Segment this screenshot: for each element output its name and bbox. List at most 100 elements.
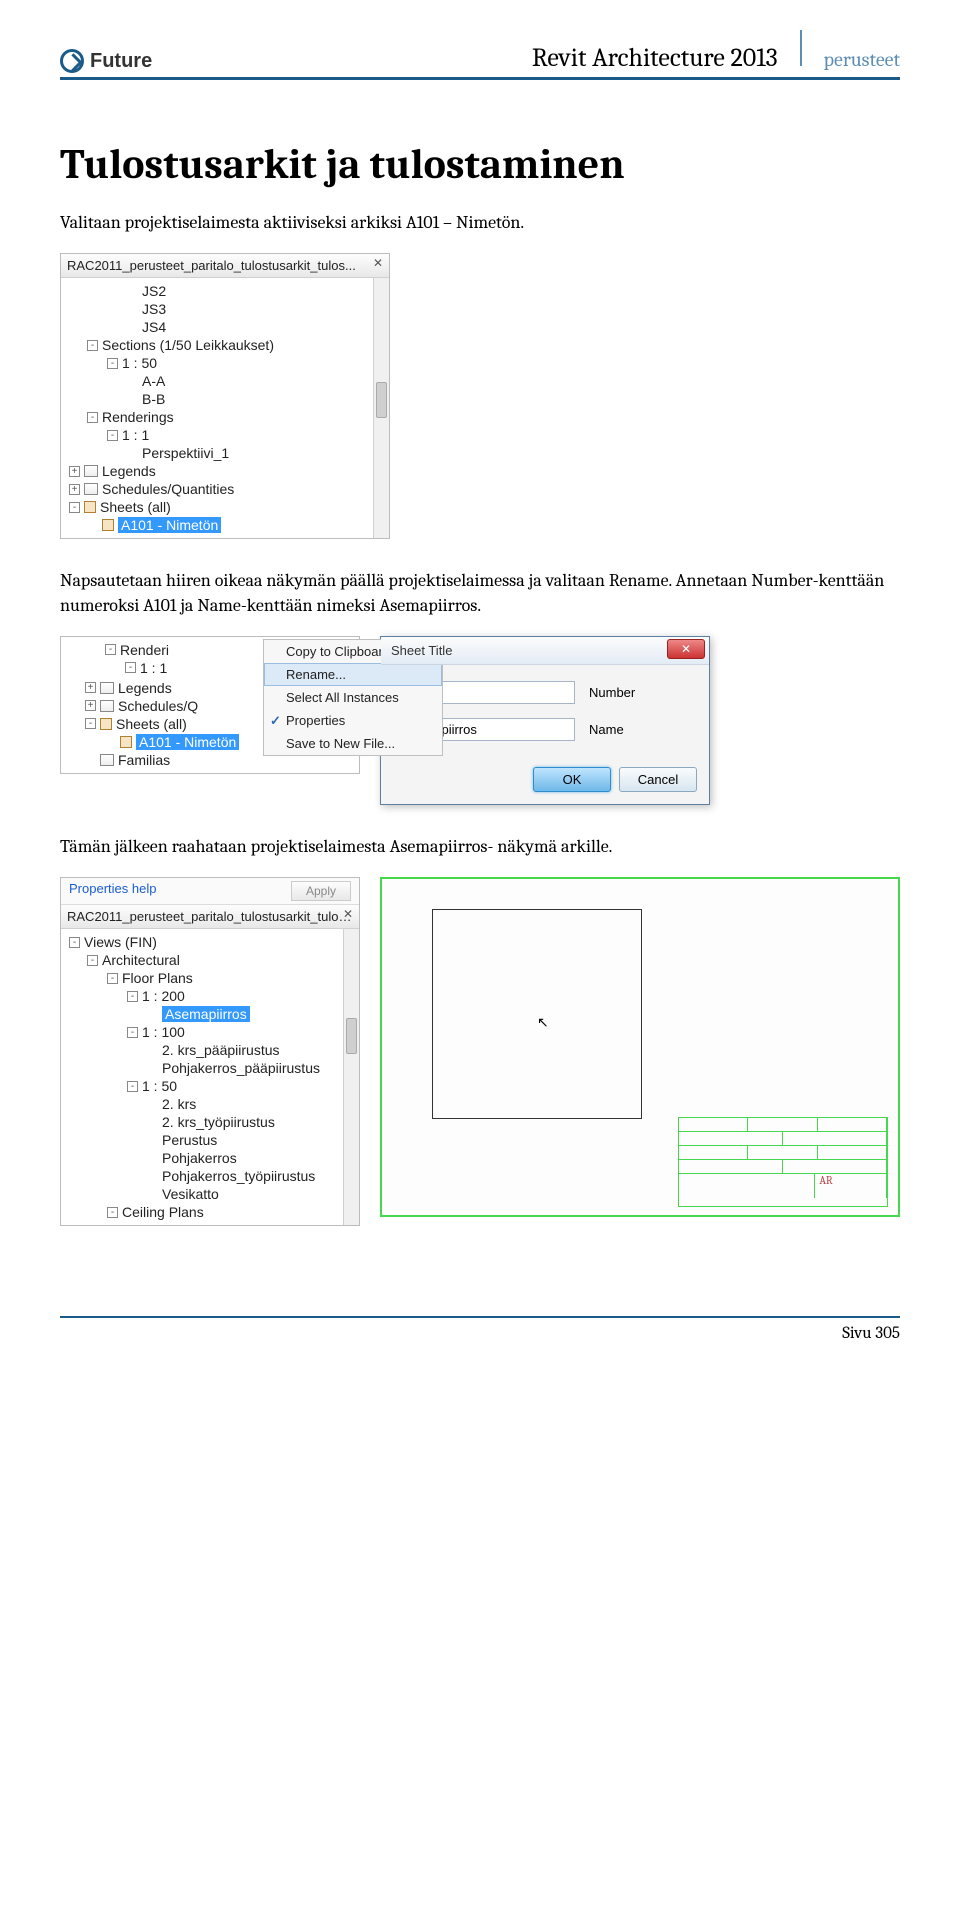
tree-row[interactable]: 2. krs — [63, 1095, 357, 1113]
tree-label: A101 - Nimetön — [136, 734, 239, 750]
tree-label: Sheets (all) — [116, 716, 187, 732]
tree-row[interactable]: + Schedules/Quantities — [63, 480, 387, 498]
tree-label: Asemapiirros — [162, 1006, 250, 1022]
tree-row[interactable]: Perustus — [63, 1131, 357, 1149]
tree-label: Pohjakerros — [162, 1150, 237, 1166]
expand-icon[interactable]: - — [125, 662, 136, 673]
tree-row[interactable]: B-B — [63, 390, 387, 408]
menu-item[interactable]: Properties — [264, 709, 442, 732]
tree-row[interactable]: JS2 — [63, 282, 387, 300]
sheet-icon — [84, 501, 96, 513]
expand-icon[interactable]: - — [107, 1207, 118, 1218]
browser-title-text-2: RAC2011_perusteet_paritalo_tulostusarkit… — [67, 909, 356, 924]
tree-label: B-B — [142, 391, 165, 407]
title-block[interactable]: AR — [678, 1117, 888, 1207]
category-icon — [100, 754, 114, 766]
properties-help-link[interactable]: Properties help — [69, 881, 156, 901]
tree-row[interactable]: Pohjakerros — [63, 1149, 357, 1167]
sheet-icon — [120, 736, 132, 748]
tree-row[interactable]: +Legends — [63, 462, 387, 480]
logo: Future — [60, 49, 152, 73]
tree-row[interactable]: -1 : 50 — [63, 1077, 357, 1095]
expand-icon[interactable]: - — [107, 358, 118, 369]
tree-row[interactable]: -1 : 200 — [63, 987, 357, 1005]
dialog-close-button[interactable]: ✕ — [667, 639, 705, 659]
tree-label: Sheets (all) — [100, 499, 171, 515]
page-header: Future Revit Architecture 2013 perusteet — [60, 30, 900, 80]
tree-label: Schedules/Quantities — [102, 481, 234, 497]
expand-icon[interactable]: - — [105, 644, 116, 655]
expand-icon[interactable]: - — [127, 1027, 138, 1038]
tree-row[interactable]: JS3 — [63, 300, 387, 318]
tree-row[interactable]: -Views (FIN) — [63, 933, 357, 951]
ok-button[interactable]: OK — [533, 767, 611, 792]
tree-row[interactable]: -1 : 100 — [63, 1023, 357, 1041]
tree-row[interactable]: -Renderings — [63, 408, 387, 426]
tree-row[interactable]: -1 : 1 — [63, 426, 387, 444]
menu-item[interactable]: Rename... — [264, 663, 442, 686]
tree-label: JS3 — [142, 301, 166, 317]
close-icon[interactable]: ✕ — [343, 907, 353, 921]
tree-label: 2. krs_pääpiirustus — [162, 1042, 280, 1058]
menu-item[interactable]: Save to New File... — [264, 732, 442, 755]
header-title-main: Revit Architecture 2013 — [532, 43, 778, 73]
header-title: Revit Architecture 2013 perusteet — [532, 30, 900, 73]
tree-row[interactable]: A-A — [63, 372, 387, 390]
dialog-header: Sheet Title ✕ — [381, 637, 709, 665]
header-title-sub: perusteet — [824, 48, 900, 71]
tree-row[interactable]: 2. krs_työpiirustus — [63, 1113, 357, 1131]
tree-label: Perustus — [162, 1132, 217, 1148]
cancel-button[interactable]: Cancel — [619, 767, 697, 792]
views-tree[interactable]: -Views (FIN)-Architectural-Floor Plans-1… — [61, 929, 359, 1225]
scroll-thumb[interactable] — [346, 1018, 357, 1054]
expand-icon[interactable]: - — [107, 973, 118, 984]
tree-row[interactable]: -Sections (1/50 Leikkaukset) — [63, 336, 387, 354]
tree-row[interactable]: -Floor Plans — [63, 969, 357, 987]
expand-icon[interactable]: - — [87, 955, 98, 966]
tree-row[interactable]: Asemapiirros — [63, 1005, 357, 1023]
browser-tree[interactable]: JS2JS3JS4-Sections (1/50 Leikkaukset)-1 … — [61, 278, 389, 538]
expand-icon[interactable]: + — [85, 682, 96, 693]
tree-row[interactable]: Pohjakerros_pääpiirustus — [63, 1059, 357, 1077]
properties-help-row: Properties help Apply — [61, 878, 359, 905]
expand-icon[interactable]: - — [127, 1081, 138, 1092]
tree-label: JS2 — [142, 283, 166, 299]
scrollbar[interactable] — [373, 278, 389, 538]
expand-icon[interactable]: - — [87, 412, 98, 423]
expand-icon[interactable]: - — [69, 502, 80, 513]
expand-icon[interactable]: - — [107, 430, 118, 441]
tree-row[interactable]: Pohjakerros_työpiirustus — [63, 1167, 357, 1185]
apply-button[interactable]: Apply — [291, 881, 351, 901]
tree-label: Perspektiivi_1 — [142, 445, 229, 461]
expand-icon[interactable]: + — [69, 466, 80, 477]
tree-row[interactable]: -Ceiling Plans — [63, 1203, 357, 1221]
expand-icon[interactable]: - — [127, 991, 138, 1002]
browser-titlebar-2: RAC2011_perusteet_paritalo_tulostusarkit… — [61, 905, 359, 929]
scrollbar[interactable] — [343, 929, 359, 1225]
logo-text: Future — [90, 50, 152, 73]
dialog-buttons: OK Cancel — [381, 767, 709, 804]
tree-row[interactable]: Perspektiivi_1 — [63, 444, 387, 462]
category-icon — [100, 682, 114, 694]
expand-icon[interactable]: + — [69, 484, 80, 495]
expand-icon[interactable]: - — [87, 340, 98, 351]
screenshot-project-browser: RAC2011_perusteet_paritalo_tulostusarkit… — [60, 253, 390, 539]
tree-label: Sections (1/50 Leikkaukset) — [102, 337, 274, 353]
tree-row[interactable]: - Sheets (all) — [63, 498, 387, 516]
tree-row[interactable]: Vesikatto — [63, 1185, 357, 1203]
expand-icon[interactable]: + — [85, 700, 96, 711]
tree-row[interactable]: -Architectural — [63, 951, 357, 969]
expand-icon[interactable]: - — [85, 718, 96, 729]
menu-item[interactable]: Select All Instances — [264, 686, 442, 709]
tree-label: A101 - Nimetön — [118, 517, 221, 533]
tree-row[interactable]: JS4 — [63, 318, 387, 336]
scroll-thumb[interactable] — [376, 382, 387, 418]
tree-row[interactable]: -1 : 50 — [63, 354, 387, 372]
close-icon[interactable]: ✕ — [373, 256, 383, 270]
tree-row[interactable]: 2. krs_pääpiirustus — [63, 1041, 357, 1059]
tree-label: JS4 — [142, 319, 166, 335]
tree-label: Floor Plans — [122, 970, 193, 986]
tree-row[interactable]: A101 - Nimetön — [63, 516, 387, 534]
sheet-canvas[interactable]: ↖ AR — [380, 877, 900, 1217]
expand-icon[interactable]: - — [69, 937, 80, 948]
